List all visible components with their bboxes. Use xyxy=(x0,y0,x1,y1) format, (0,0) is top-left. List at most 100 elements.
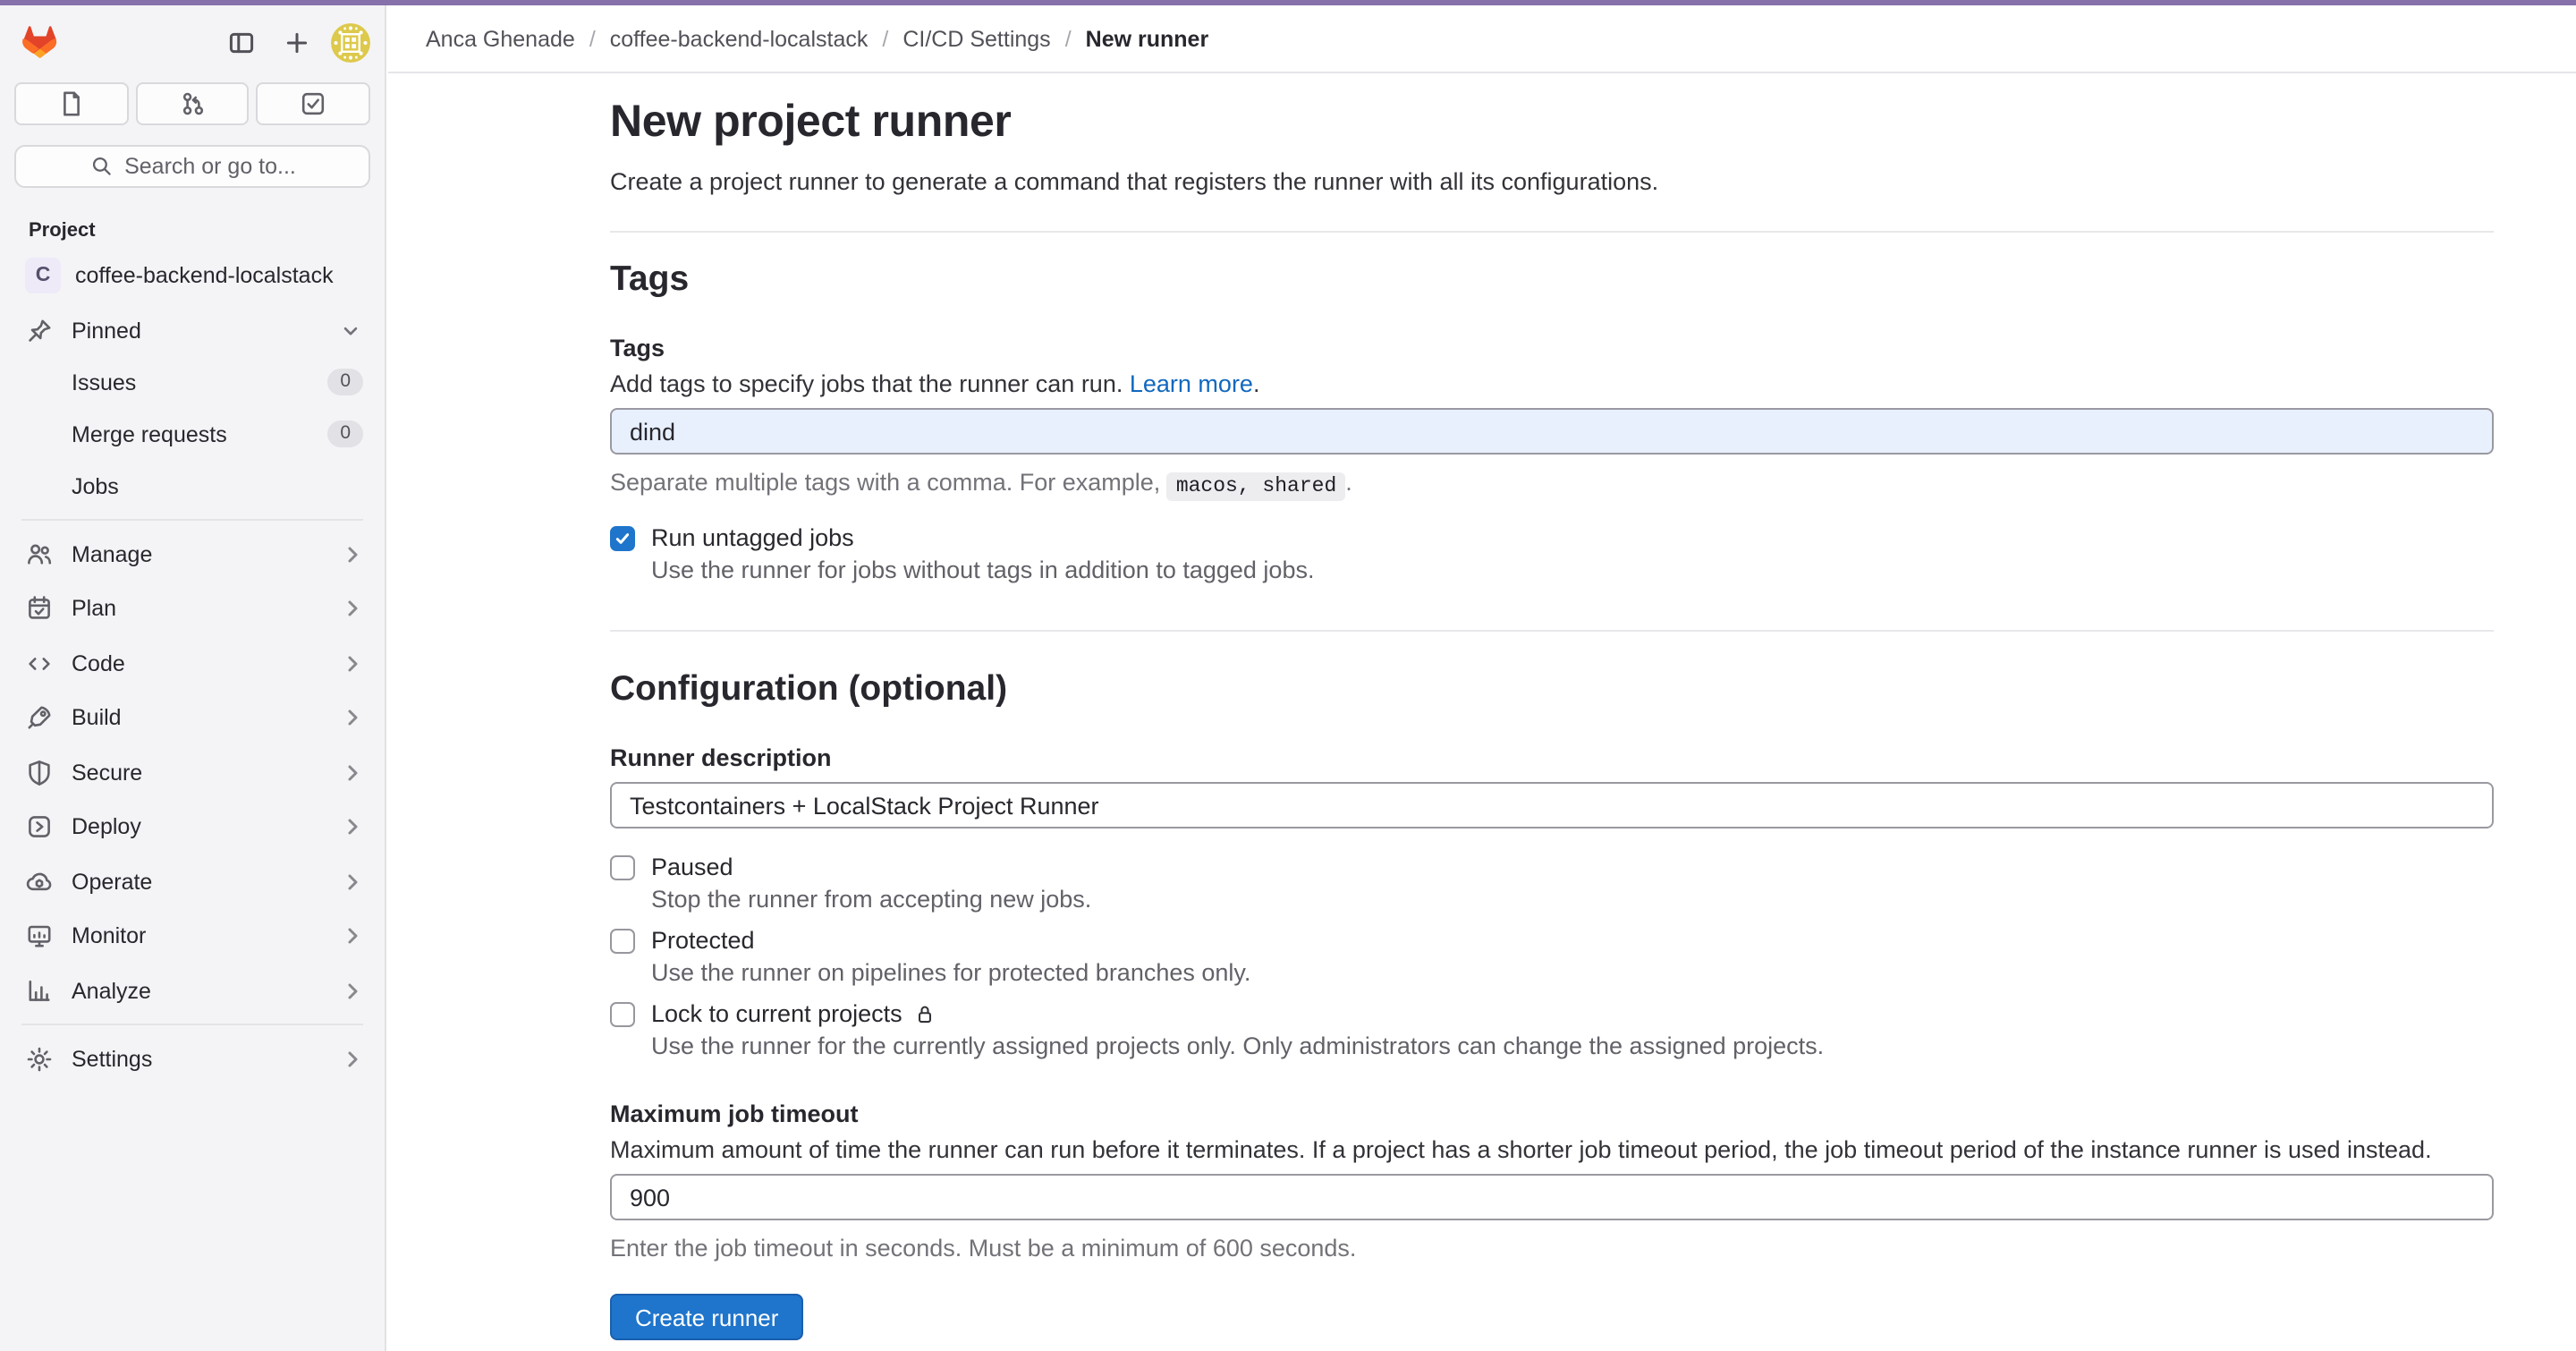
lock-to-current-projects-label[interactable]: Lock to current projects xyxy=(651,1000,938,1027)
protected-help: Use the runner on pipelines for protecte… xyxy=(651,959,2494,986)
paused-help: Stop the runner from accepting new jobs. xyxy=(651,886,2494,913)
sidebar-item-operate[interactable]: Operate xyxy=(7,855,377,907)
sidebar-header-actions xyxy=(220,21,370,64)
chevron-right-icon xyxy=(342,652,363,674)
rocket-icon xyxy=(25,703,54,732)
sidebar-divider xyxy=(21,1024,363,1025)
sidebar-header xyxy=(14,20,370,66)
run-untagged-jobs-label[interactable]: Run untagged jobs xyxy=(651,524,854,551)
chevron-right-icon xyxy=(342,871,363,892)
window-accent-bar xyxy=(0,0,2576,5)
chevron-down-icon xyxy=(338,319,363,344)
gear-icon xyxy=(25,1044,54,1073)
checkbox-paused[interactable] xyxy=(610,854,635,879)
main-content: New project runner Create a project runn… xyxy=(388,73,2576,1351)
tags-description-text: Add tags to specify jobs that the runner… xyxy=(610,370,1123,397)
calendar-icon xyxy=(25,594,54,623)
user-avatar[interactable] xyxy=(331,23,370,63)
lock-icon xyxy=(913,1001,938,1026)
lock-label-text: Lock to current projects xyxy=(651,1000,902,1027)
sidebar-item-settings[interactable]: Settings xyxy=(7,1032,377,1084)
chevron-right-icon xyxy=(342,761,363,783)
sidebar-item-code[interactable]: Code xyxy=(7,637,377,689)
sidebar-item-pinned[interactable]: Pinned xyxy=(7,306,377,356)
run-untagged-jobs-help: Use the runner for jobs without tags in … xyxy=(651,557,2494,583)
todo-shortcut-button[interactable] xyxy=(257,82,370,125)
breadcrumb: Anca Ghenade / coffee-backend-localstack… xyxy=(426,26,1208,51)
tags-help-suffix: . xyxy=(1345,469,1352,496)
gitlab-logo-icon[interactable] xyxy=(21,23,61,63)
period: . xyxy=(1253,370,1260,397)
deploy-icon xyxy=(25,812,54,841)
configuration-section-title: Configuration (optional) xyxy=(610,669,2494,710)
sidebar-item-deploy[interactable]: Deploy xyxy=(7,801,377,853)
breadcrumb-separator: / xyxy=(882,26,888,51)
section-divider xyxy=(610,630,2494,632)
tags-help-text: Separate multiple tags with a comma. For… xyxy=(610,469,2494,497)
pin-icon xyxy=(25,317,54,345)
search-placeholder: Search or go to... xyxy=(124,154,296,179)
protected-label[interactable]: Protected xyxy=(651,927,755,954)
merge-requests-count-badge: 0 xyxy=(327,421,363,447)
issues-count-badge: 0 xyxy=(327,369,363,395)
project-avatar: C xyxy=(25,258,61,293)
app-window: Search or go to... Project C coffee-back… xyxy=(0,0,2576,1351)
merge-requests-shortcut-button[interactable] xyxy=(135,82,249,125)
page-title: New project runner xyxy=(610,97,2494,149)
cloud-icon xyxy=(25,867,54,896)
sidebar-item-secure[interactable]: Secure xyxy=(7,746,377,798)
breadcrumb-project[interactable]: coffee-backend-localstack xyxy=(610,26,869,51)
tags-field-description: Add tags to specify jobs that the runner… xyxy=(610,370,2494,397)
code-icon xyxy=(25,649,54,677)
breadcrumb-user[interactable]: Anca Ghenade xyxy=(426,26,575,51)
chevron-right-icon xyxy=(342,543,363,565)
sidebar-item-manage[interactable]: Manage xyxy=(7,528,377,580)
chevron-right-icon xyxy=(342,925,363,947)
checkbox-run-untagged-jobs[interactable] xyxy=(610,525,635,550)
sidebar-item-issues[interactable]: Issues 0 xyxy=(7,356,377,408)
create-runner-button[interactable]: Create runner xyxy=(610,1294,803,1340)
chart-icon xyxy=(25,976,54,1005)
checkbox-protected[interactable] xyxy=(610,928,635,953)
sidebar-item-monitor[interactable]: Monitor xyxy=(7,910,377,962)
runner-description-label: Runner description xyxy=(610,744,2494,771)
chevron-right-icon xyxy=(342,980,363,1001)
create-new-button[interactable] xyxy=(275,21,318,64)
breadcrumb-cicd-settings[interactable]: CI/CD Settings xyxy=(902,26,1050,51)
page-subtitle: Create a project runner to generate a co… xyxy=(610,168,2494,195)
search-input[interactable]: Search or go to... xyxy=(14,145,370,188)
maximum-job-timeout-description: Maximum amount of time the runner can ru… xyxy=(610,1136,2494,1163)
checkbox-lock-to-current-projects[interactable] xyxy=(610,1001,635,1026)
chevron-right-icon xyxy=(342,598,363,619)
learn-more-link[interactable]: Learn more xyxy=(1130,370,1253,397)
sidebar-item-merge-requests[interactable]: Merge requests 0 xyxy=(7,408,377,460)
paused-label[interactable]: Paused xyxy=(651,854,733,880)
maximum-job-timeout-label: Maximum job timeout xyxy=(610,1100,2494,1127)
chevron-right-icon xyxy=(342,1048,363,1069)
sidebar-item-analyze[interactable]: Analyze xyxy=(7,964,377,1016)
tags-input[interactable] xyxy=(610,408,2494,455)
sidebar-item-jobs[interactable]: Jobs xyxy=(7,460,377,512)
sidebar-toggle-button[interactable] xyxy=(220,21,263,64)
tags-help-prefix: Separate multiple tags with a comma. For… xyxy=(610,469,1160,496)
breadcrumb-separator: / xyxy=(589,26,596,51)
sidebar: Search or go to... Project C coffee-back… xyxy=(0,5,386,1351)
issues-shortcut-button[interactable] xyxy=(14,82,128,125)
section-divider xyxy=(610,231,2494,233)
maximum-job-timeout-help: Enter the job timeout in seconds. Must b… xyxy=(610,1235,2494,1262)
tags-field-label: Tags xyxy=(610,335,2494,361)
users-icon xyxy=(25,540,54,568)
sidebar-item-build[interactable]: Build xyxy=(7,692,377,743)
tags-section-title: Tags xyxy=(610,259,2494,301)
breadcrumb-bar: Anca Ghenade / coffee-backend-localstack… xyxy=(388,5,2576,73)
sidebar-section-label: Project xyxy=(29,220,385,245)
sidebar-project-item[interactable]: C coffee-backend-localstack xyxy=(7,251,377,301)
breadcrumb-current: New runner xyxy=(1086,26,1209,51)
maximum-job-timeout-input[interactable] xyxy=(610,1174,2494,1220)
breadcrumb-separator: / xyxy=(1065,26,1072,51)
lock-to-current-projects-help: Use the runner for the currently assigne… xyxy=(651,1032,2494,1059)
sidebar-shortcuts xyxy=(14,82,370,125)
runner-description-input[interactable] xyxy=(610,782,2494,828)
chevron-right-icon xyxy=(342,707,363,728)
sidebar-item-plan[interactable]: Plan xyxy=(7,582,377,634)
